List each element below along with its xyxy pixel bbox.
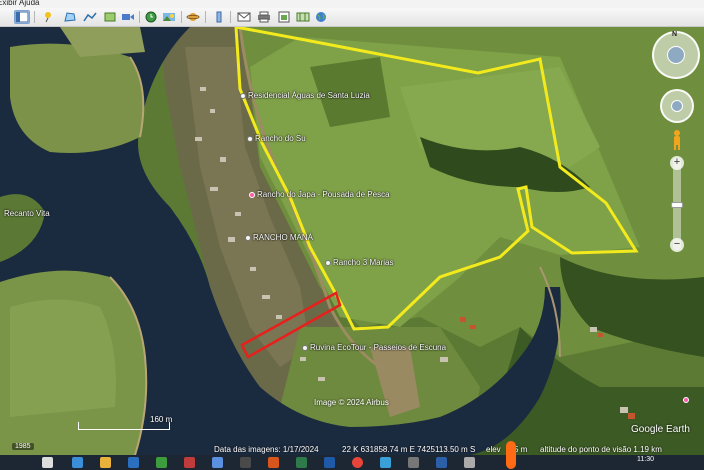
place-label-rancho-mana[interactable]: RANCHO MANÁ (245, 233, 313, 242)
taskbar-app-icon[interactable] (184, 457, 195, 468)
placemark-icon (302, 344, 308, 351)
planet-icon (186, 13, 200, 21)
taskbar-app-icon[interactable] (324, 457, 335, 468)
map-view[interactable]: Residencial Águas de Santa Luzia Rancho … (0, 27, 704, 455)
sunlight-button[interactable] (161, 10, 177, 24)
taskbar-app-icon[interactable] (268, 457, 279, 468)
status-image-date: Data das imagens: 1/17/2024 (214, 445, 319, 454)
placemark-icon (325, 259, 331, 266)
sunlight-icon (163, 13, 175, 21)
place-label-rancho-japa[interactable]: Rancho do Japa - Pousada de Pesca (249, 190, 390, 199)
path-icon (83, 12, 97, 22)
scale-label: 160 m (150, 415, 173, 424)
ruler-button[interactable] (211, 10, 227, 24)
ruler-icon (216, 11, 222, 23)
menu-item-help[interactable]: Ajuda (19, 0, 39, 8)
polygon-icon (64, 12, 76, 22)
taskbar-app-icon[interactable] (296, 457, 307, 468)
zoom-in-button[interactable]: + (670, 156, 684, 170)
globe-button[interactable] (313, 10, 329, 24)
status-coordinates: 22 K 631858.74 m E 7425113.50 m S (342, 445, 476, 454)
pink-placemark[interactable] (683, 395, 691, 404)
place-label-recanto[interactable]: Recanto Vita (4, 209, 50, 218)
taskbar-app-icon[interactable] (240, 457, 251, 468)
look-joystick-icon[interactable] (671, 100, 683, 112)
place-label-ruvina[interactable]: Ruvina EcoTour - Passeios de Escuna (302, 343, 446, 352)
google-earth-taskbar-icon[interactable] (464, 457, 475, 468)
record-tour-button[interactable] (120, 10, 136, 24)
image-overlay-icon (104, 12, 116, 22)
place-label-residencial[interactable]: Residencial Águas de Santa Luzia (240, 91, 370, 100)
view-in-maps-button[interactable] (295, 10, 311, 24)
historical-year[interactable]: 1985 (12, 443, 34, 450)
record-tour-icon (122, 14, 134, 20)
chrome-icon[interactable] (352, 457, 363, 468)
taskbar-app-icon[interactable] (380, 457, 391, 468)
north-indicator: N (672, 31, 678, 38)
system-clock[interactable]: 11:30 (637, 456, 654, 463)
add-path-button[interactable] (82, 10, 98, 24)
taskbar-app-icon[interactable] (156, 457, 167, 468)
look-joystick[interactable] (660, 89, 694, 123)
menu-bar: Exibir Ajuda (0, 0, 704, 8)
planets-button[interactable] (185, 10, 201, 24)
add-polygon-button[interactable] (62, 10, 78, 24)
add-placemark-button[interactable] (40, 10, 56, 24)
add-image-overlay-button[interactable] (102, 10, 118, 24)
zoom-out-button[interactable]: − (670, 238, 684, 252)
placemark-icon (247, 135, 253, 142)
sidebar-icon (15, 11, 29, 23)
status-elevation-label: elev (486, 445, 501, 454)
google-earth-logo: Google Earth (631, 424, 690, 435)
place-label-rancho-su[interactable]: Rancho do Su (247, 134, 306, 143)
printer-icon (258, 11, 270, 23)
taskbar: 11:30 (0, 441, 704, 470)
street-view-pegman-icon[interactable] (671, 129, 683, 151)
toolbar (0, 8, 704, 27)
status-eye-altitude: altitude do ponto de visão 1.19 km (540, 445, 662, 454)
globe-icon (316, 12, 326, 22)
move-joystick-icon[interactable] (667, 46, 685, 64)
sidebar-toggle-button[interactable] (14, 10, 30, 24)
folder-icon[interactable] (100, 457, 111, 468)
placemark-icon (245, 234, 251, 241)
map-icon (296, 12, 310, 22)
start-icon[interactable] (42, 457, 53, 468)
pointer-overlay (506, 441, 516, 469)
placemark-icon (683, 396, 689, 403)
email-button[interactable] (236, 10, 252, 24)
lodging-icon (249, 191, 255, 198)
taskbar-app-icon[interactable] (212, 457, 223, 468)
email-icon (237, 12, 251, 22)
placemark-icon (240, 92, 246, 99)
historical-imagery-button[interactable] (143, 10, 159, 24)
save-image-icon (278, 11, 290, 23)
menu-item-view[interactable]: Exibir (0, 0, 17, 8)
taskbar-app-icon[interactable] (436, 457, 447, 468)
navigation-compass[interactable]: N (652, 31, 700, 79)
status-elevation-value: 5 m (514, 445, 528, 454)
save-image-button[interactable] (276, 10, 292, 24)
print-button[interactable] (256, 10, 272, 24)
clock-icon (145, 11, 157, 23)
zoom-slider-handle[interactable] (671, 202, 683, 208)
imagery-copyright: Image © 2024 Airbus (314, 398, 389, 407)
taskbar-app-icon[interactable] (72, 457, 83, 468)
taskbar-app-icon[interactable] (408, 457, 419, 468)
pushpin-icon (45, 12, 51, 23)
place-label-rancho-3-marias[interactable]: Rancho 3 Marias (325, 258, 393, 267)
taskbar-app-icon[interactable] (128, 457, 139, 468)
